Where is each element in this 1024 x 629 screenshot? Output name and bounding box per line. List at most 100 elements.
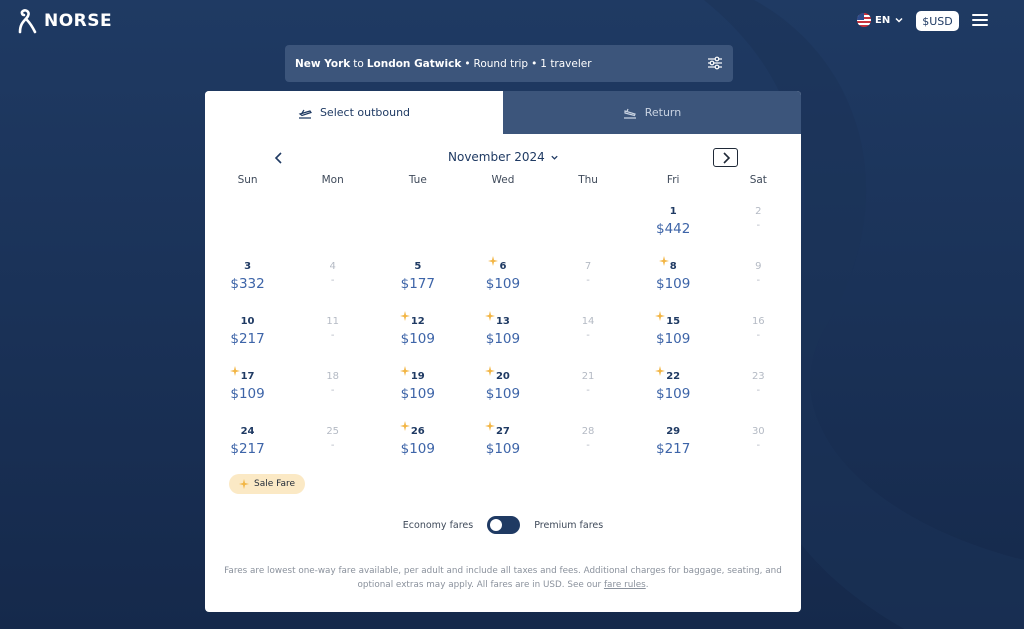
- no-fare-dash: -: [756, 220, 761, 231]
- day-number: 12: [399, 311, 425, 327]
- norse-logo[interactable]: NORSE: [16, 8, 112, 34]
- weekday-label: Thu: [578, 174, 598, 186]
- sale-sparkle-icon: [655, 366, 666, 376]
- day-number: 6: [488, 256, 507, 272]
- day-number-text: 20: [495, 371, 510, 382]
- tab-label: Select outbound: [319, 106, 411, 119]
- day-number: 4: [330, 261, 336, 272]
- calendar-day-cell[interactable]: 22 $109: [631, 364, 716, 419]
- calendar-card: Select outbound Return November 2024 Sun…: [205, 91, 801, 612]
- disclaimer-end: .: [645, 580, 649, 590]
- calendar-day-cell[interactable]: 24 $217: [205, 419, 290, 474]
- day-number: 8: [658, 256, 677, 272]
- day-number-text: 24: [240, 426, 255, 437]
- fare-price: $442: [656, 221, 691, 237]
- calendar-week: 17 $109 18 - 19 $109 20 $109 21 - 22 $109 23 -: [205, 364, 801, 419]
- sale-sparkle-icon: [484, 421, 495, 431]
- tab-select-outbound[interactable]: Select outbound: [205, 91, 503, 134]
- calendar-day-cell: 14 -: [546, 309, 631, 364]
- day-number: 24: [241, 426, 255, 437]
- day-number-text: 15: [666, 316, 681, 327]
- chevron-right-icon: [722, 151, 730, 164]
- day-number-text: 3: [244, 261, 252, 272]
- hamburger-menu-icon[interactable]: [972, 14, 988, 28]
- calendar-day-cell[interactable]: 10 $217: [205, 309, 290, 364]
- day-number: 22: [655, 366, 681, 382]
- chevron-left-icon: [274, 152, 282, 164]
- day-number-text: 13: [495, 316, 510, 327]
- month-selector[interactable]: November 2024: [448, 150, 559, 164]
- calendar-day-cell: 16 -: [716, 309, 801, 364]
- calendar-day-cell[interactable]: 29 $217: [631, 419, 716, 474]
- calendar-day-cell[interactable]: 19 $109: [375, 364, 460, 419]
- calendar-day-cell[interactable]: 6 $109: [460, 254, 545, 309]
- sale-sparkle-icon: [399, 421, 410, 431]
- us-flag-icon: [857, 13, 871, 27]
- travelers: 1 traveler: [540, 57, 592, 70]
- calendar-day-cell[interactable]: 1 $442: [631, 199, 716, 254]
- calendar-day-cell[interactable]: 8 $109: [631, 254, 716, 309]
- fare-price: $217: [230, 441, 265, 457]
- disclaimer-text: Fares are lowest one-way fare available,…: [224, 566, 782, 590]
- calendar-day-cell: 18 -: [290, 364, 375, 419]
- fare-price: $332: [230, 276, 265, 292]
- day-number: 27: [484, 421, 510, 437]
- weekday-label: Wed: [491, 174, 515, 186]
- language-label: EN: [875, 14, 891, 26]
- calendar-day-cell[interactable]: 27 $109: [460, 419, 545, 474]
- fare-toggle-switch[interactable]: [487, 516, 521, 534]
- day-number-text: 25: [326, 426, 340, 437]
- calendar-day-cell[interactable]: 26 $109: [375, 419, 460, 474]
- weekday-label: Tue: [408, 174, 427, 186]
- day-number-text: 22: [666, 371, 681, 382]
- day-number: 17: [229, 366, 255, 382]
- day-number: 14: [582, 316, 595, 327]
- day-number: 20: [484, 366, 510, 382]
- calendar-day-cell[interactable]: 5 $177: [375, 254, 460, 309]
- chevron-down-icon: [551, 155, 558, 160]
- previous-month-button[interactable]: [269, 148, 289, 168]
- day-number-text: 6: [499, 261, 507, 272]
- trip-type: Round trip: [473, 57, 529, 70]
- fare-price: $217: [230, 331, 265, 347]
- day-number: 19: [399, 366, 425, 382]
- day-number-text: 19: [410, 371, 425, 382]
- calendar-day-cell[interactable]: 3 $332: [205, 254, 290, 309]
- day-number: 26: [399, 421, 425, 437]
- language-selector[interactable]: EN: [857, 13, 904, 27]
- fare-price: $109: [400, 331, 435, 347]
- takeoff-icon: [298, 109, 312, 119]
- day-number: 11: [326, 316, 339, 327]
- origin-city: New York: [295, 57, 351, 70]
- fare-price: $109: [400, 441, 435, 457]
- bullet: •: [464, 57, 471, 70]
- no-fare-dash: -: [586, 385, 590, 396]
- no-fare-dash: -: [330, 275, 335, 286]
- calendar-day-cell[interactable]: 17 $109: [205, 364, 290, 419]
- calendar-day-cell[interactable]: 20 $109: [460, 364, 545, 419]
- day-number: 7: [585, 261, 591, 272]
- sale-sparkle-icon: [229, 366, 240, 376]
- fare-rules-link[interactable]: fare rules: [604, 580, 646, 590]
- calendar-day-cell[interactable]: 15 $109: [631, 309, 716, 364]
- currency-button[interactable]: $USD: [916, 11, 959, 31]
- next-month-button[interactable]: [713, 148, 738, 167]
- calendar-day-cell[interactable]: 12 $109: [375, 309, 460, 364]
- no-fare-dash: -: [586, 275, 590, 286]
- calendar-day-cell[interactable]: 13 $109: [460, 309, 545, 364]
- sliders-icon[interactable]: [707, 55, 723, 71]
- no-fare-dash: -: [756, 440, 761, 451]
- economy-fares-label: Economy fares: [402, 519, 474, 531]
- flight-tabs: Select outbound Return: [205, 91, 801, 134]
- calendar-day-cell: 21 -: [546, 364, 631, 419]
- tab-return[interactable]: Return: [503, 91, 801, 134]
- weekday-label: Sun: [237, 174, 258, 186]
- calendar-day-cell: 4-: [290, 254, 375, 309]
- calendar-empty-cell: [290, 199, 375, 254]
- calendar-week: 24 $217 25 - 26 $109 27 $109 28 - 29 $217 30 -: [205, 419, 801, 474]
- sale-sparkle-icon: [484, 311, 495, 321]
- search-summary[interactable]: New York to London Gatwick • Round trip …: [285, 45, 733, 82]
- day-number: 29: [666, 426, 680, 437]
- sparkle-icon: [239, 479, 249, 489]
- day-number: 9: [755, 261, 761, 272]
